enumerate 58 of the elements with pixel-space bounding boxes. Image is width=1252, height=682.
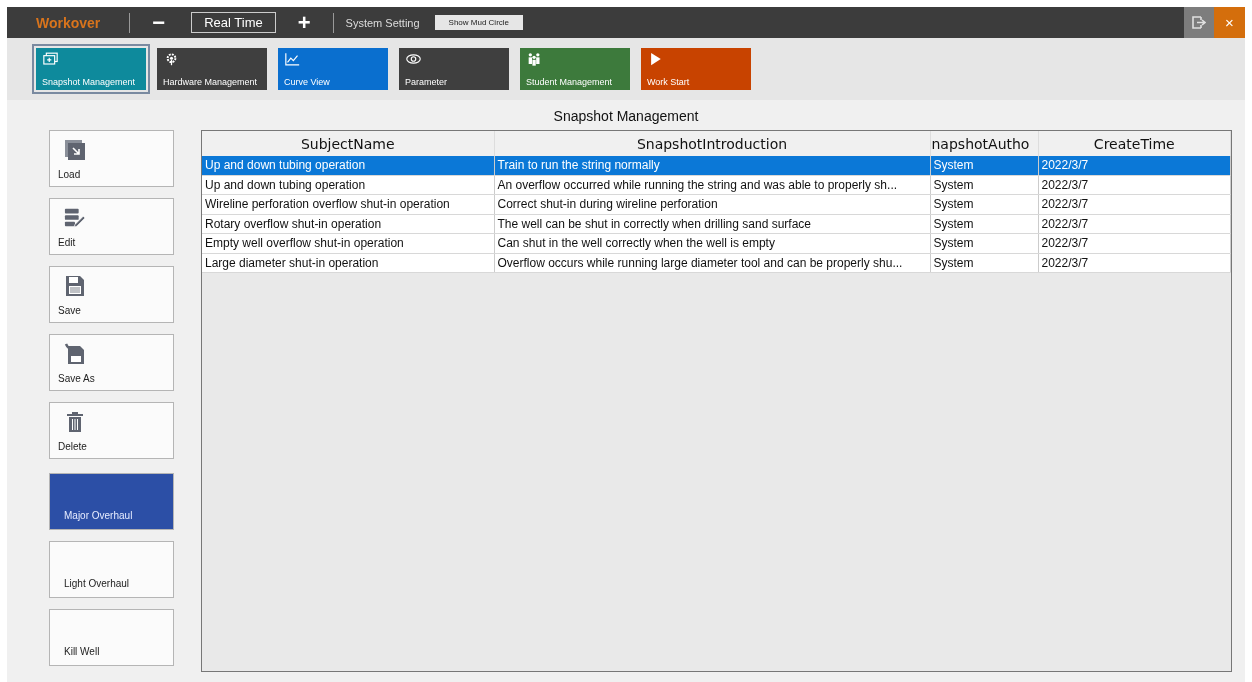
app-name: Workover (35, 14, 102, 31)
module-tab[interactable]: Hardware Management (153, 44, 271, 94)
module-tab[interactable]: Snapshot Management (32, 44, 150, 94)
category-button[interactable]: Major Overhaul (49, 473, 174, 530)
stacked-cards-icon (43, 52, 58, 66)
line-chart-icon (285, 52, 300, 66)
table-cell: Large diameter shut-in operation (202, 253, 494, 273)
module-label: Work Start (647, 77, 690, 87)
play-icon (648, 52, 663, 66)
minus-button[interactable]: − (142, 12, 176, 33)
module-tab[interactable]: Parameter (395, 44, 513, 94)
module-label: Curve View (284, 77, 330, 87)
module-label: Hardware Management (163, 77, 258, 87)
page-title: Snapshot Management (552, 107, 700, 126)
table-cell: Wireline perforation overflow shut-in operation (202, 194, 494, 214)
table-cell: Empty well overflow shut-in operation (202, 233, 494, 253)
table-cell: Up and down tubing operation (202, 156, 494, 175)
table-row[interactable]: Empty well overflow shut-in operation Can shut in the well correctly when the well is empty System 2022/3/7 (202, 233, 1231, 253)
eye-icon (406, 52, 421, 66)
column-header[interactable]: CreateTime (1038, 131, 1231, 156)
column-header[interactable]: SubjectName (202, 131, 494, 156)
table-row[interactable]: Wireline perforation overflow shut-in operation Correct shut-in during wireline perforation System 2022/3/7 (202, 194, 1231, 214)
column-header[interactable]: SnapshotIntroduction (494, 131, 930, 156)
module-label: Parameter (405, 77, 448, 87)
people-icon (527, 52, 542, 66)
edit-button[interactable]: Edit (49, 198, 174, 255)
table-row[interactable]: Large diameter shut-in operation Overflow occurs while running large diameter tool and can be properly shu... System 2022/3/7 (202, 253, 1231, 273)
module-tab[interactable]: Work Start (637, 44, 755, 94)
save-button[interactable]: Save (49, 266, 174, 323)
gear-icon (164, 52, 179, 66)
save-as-button[interactable]: Save As (49, 334, 174, 391)
table-row[interactable]: Rotary overflow shut-in operation The well can be shut in correctly when drilling sand surface System 2022/3/7 (202, 214, 1231, 234)
module-label: Snapshot Management (42, 77, 136, 87)
trash-icon (64, 411, 86, 433)
exit-icon (1192, 16, 1206, 29)
column-header[interactable]: napshotAutho (930, 131, 1038, 156)
table-cell: Train to run the string normally (494, 156, 930, 175)
table-cell: Up and down tubing operation (202, 175, 494, 195)
table-cell: System (930, 156, 1038, 175)
system-setting-link[interactable]: System Setting (333, 16, 432, 29)
table-cell: Rotary overflow shut-in operation (202, 214, 494, 234)
table-cell: 2022/3/7 (1038, 156, 1231, 175)
delete-button[interactable]: Delete (49, 402, 174, 459)
real-time-button[interactable]: Real Time (191, 12, 276, 33)
table-row[interactable]: Up and down tubing operation An overflow occurred while running the string and was able to properly sh... System 2022/3/7 (202, 175, 1231, 195)
show-mud-circle-button[interactable]: Show Mud Circle (434, 15, 524, 30)
floppy-disk-arrow-icon (64, 343, 86, 365)
table-row[interactable]: Up and down tubing operation Train to run the string normally System 2022/3/7 (202, 156, 1231, 175)
import-icon (64, 139, 86, 161)
exit-button[interactable] (1184, 7, 1214, 38)
module-label: Student Management (526, 77, 613, 87)
module-tab[interactable]: Student Management (516, 44, 634, 94)
list-pencil-icon (64, 207, 86, 229)
category-button[interactable]: Light Overhaul (49, 541, 174, 598)
module-tab[interactable]: Curve View (274, 44, 392, 94)
category-button[interactable]: Kill Well (49, 609, 174, 666)
load-button[interactable]: Load (49, 130, 174, 187)
plus-button[interactable]: + (287, 12, 321, 33)
